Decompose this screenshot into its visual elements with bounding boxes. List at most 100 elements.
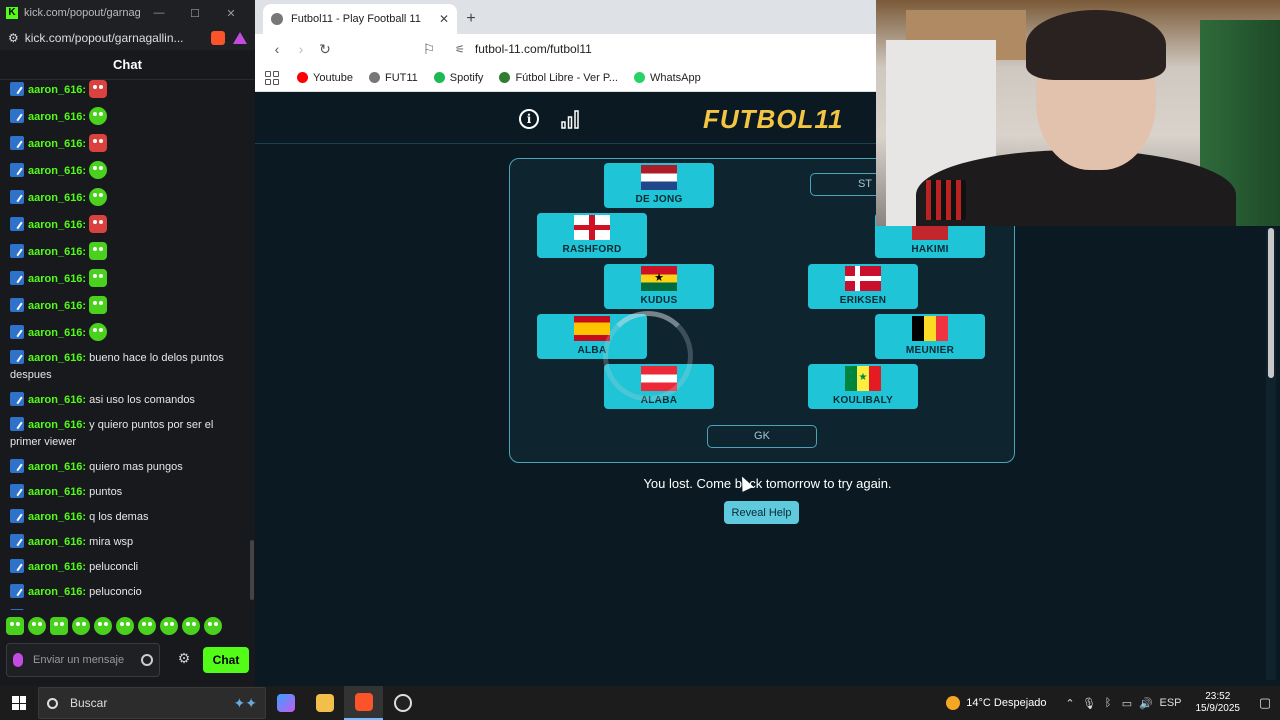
- emote-icon[interactable]: [138, 617, 156, 635]
- player-card-koulibaly[interactable]: KOULIBALY: [808, 364, 918, 409]
- reload-icon[interactable]: ↻: [313, 41, 337, 58]
- taskbar-search[interactable]: Buscar ✦✦: [38, 687, 266, 719]
- clock[interactable]: 23:52 15/9/2025: [1196, 691, 1241, 715]
- bookmark-item[interactable]: FUT11: [368, 72, 418, 84]
- chat-username[interactable]: aaron_616:: [28, 246, 86, 258]
- emote-icon[interactable]: [50, 617, 68, 635]
- chat-username[interactable]: aaron_616:: [28, 586, 86, 598]
- mic-icon[interactable]: [13, 653, 23, 667]
- notifications-icon[interactable]: ▢: [1250, 695, 1280, 711]
- copilot-app[interactable]: [266, 686, 305, 720]
- network-icon[interactable]: ▭: [1118, 697, 1137, 710]
- bluetooth-icon[interactable]: ᛒ: [1099, 697, 1118, 709]
- microphone-icon[interactable]: 🎙: [1080, 697, 1099, 710]
- emote-icon[interactable]: [6, 617, 24, 635]
- forward-icon[interactable]: ›: [289, 41, 313, 57]
- bookmark-icon[interactable]: ⚐: [417, 41, 441, 58]
- chat-username[interactable]: aaron_616:: [28, 486, 86, 498]
- chat-username[interactable]: aaron_616:: [28, 192, 86, 204]
- player-card-rashford[interactable]: RASHFORD: [537, 213, 647, 258]
- chat-message-input[interactable]: Enviar un mensaje: [6, 643, 160, 677]
- new-tab-icon[interactable]: +: [457, 4, 485, 34]
- maximize-icon[interactable]: ☐: [177, 7, 213, 20]
- chat-text: peluconcli: [89, 561, 139, 573]
- chat-username[interactable]: aaron_616:: [28, 165, 86, 177]
- chat-scrollbar[interactable]: [250, 540, 254, 600]
- chat-username[interactable]: aaron_616:: [28, 327, 86, 339]
- address-bar[interactable]: ⚟ futbol-11.com/futbol11: [455, 42, 592, 56]
- screen: K kick.com/popout/garnagalli... — ☐ ✕ ⚙ …: [0, 0, 1280, 720]
- site-info-icon[interactable]: ⚟: [455, 43, 465, 56]
- kick-url[interactable]: kick.com/popout/garnagallin...: [25, 31, 205, 45]
- minimize-icon[interactable]: —: [141, 7, 177, 19]
- chat-username[interactable]: aaron_616:: [28, 511, 86, 523]
- bookmark-item[interactable]: Fútbol Libre - Ver P...: [499, 72, 618, 84]
- player-name: ERIKSEN: [839, 295, 887, 306]
- brave-app[interactable]: [344, 686, 383, 720]
- reveal-help-button[interactable]: Reveal Help: [724, 501, 799, 524]
- player-card-dejong[interactable]: DE JONG: [604, 163, 714, 208]
- chat-header: Chat: [0, 50, 255, 80]
- apps-grid-icon[interactable]: [265, 70, 279, 85]
- page-scrollbar[interactable]: [1268, 228, 1274, 378]
- emote-icon[interactable]: [94, 617, 112, 635]
- copilot-icon: [276, 694, 295, 712]
- emote-icon[interactable]: [72, 617, 90, 635]
- chat-username[interactable]: aaron_616:: [28, 394, 86, 406]
- chat-username[interactable]: aaron_616:: [28, 219, 86, 231]
- goalkeeper-slot-button[interactable]: GK: [707, 425, 817, 448]
- site-settings-icon[interactable]: ⚙: [8, 31, 19, 45]
- bookmark-item[interactable]: Youtube: [297, 72, 353, 84]
- player-card-meunier[interactable]: MEUNIER: [875, 314, 985, 359]
- tab-futbol11[interactable]: Futbol11 - Play Football 11 ✕: [263, 4, 457, 34]
- emote-icon[interactable]: [204, 617, 222, 635]
- weather-widget[interactable]: 14°C Despejado: [946, 696, 1047, 710]
- chat-message: aaron_616: y quiero puntos por ser el pr…: [10, 417, 255, 451]
- chat-username[interactable]: aaron_616:: [28, 273, 86, 285]
- chat-settings-gear-icon[interactable]: ⚙: [176, 650, 192, 668]
- start-button[interactable]: [0, 686, 38, 720]
- chat-text: mira wsp: [89, 536, 134, 548]
- tab-close-icon[interactable]: ✕: [439, 12, 449, 26]
- emote-icon[interactable]: [182, 617, 200, 635]
- bookmark-item[interactable]: Spotify: [433, 71, 484, 84]
- tray-chevron-up-icon[interactable]: ⌃: [1061, 697, 1080, 710]
- file-explorer-app[interactable]: [305, 686, 344, 720]
- chat-username[interactable]: aaron_616:: [28, 352, 86, 364]
- player-card-eriksen[interactable]: ERIKSEN: [808, 264, 918, 309]
- chat-emote-icon: [89, 80, 108, 98]
- chat-username[interactable]: aaron_616:: [28, 300, 86, 312]
- kick-titlebar: K kick.com/popout/garnagalli... — ☐ ✕: [0, 0, 255, 26]
- emote-icon[interactable]: [116, 617, 134, 635]
- chat-username[interactable]: aaron_616:: [28, 84, 86, 96]
- emoji-icon[interactable]: [141, 654, 153, 666]
- back-icon[interactable]: ‹: [265, 41, 289, 57]
- player-name: KOULIBALY: [832, 395, 894, 406]
- volume-icon[interactable]: 🔊: [1137, 697, 1156, 710]
- chat-username[interactable]: aaron_616:: [28, 138, 86, 150]
- futbol11-logo[interactable]: FUTBOL11: [703, 104, 843, 135]
- brave-shield-icon[interactable]: [211, 31, 225, 45]
- emote-icon[interactable]: [28, 617, 46, 635]
- folder-icon: [315, 694, 334, 712]
- stats-icon[interactable]: [560, 109, 580, 129]
- chat-username[interactable]: aaron_616:: [28, 461, 86, 473]
- obs-app[interactable]: [383, 686, 422, 720]
- player-card-kudus[interactable]: KUDUS: [604, 264, 714, 309]
- info-icon[interactable]: i: [519, 109, 539, 129]
- chat-username[interactable]: aaron_616:: [28, 561, 86, 573]
- emote-icon[interactable]: [160, 617, 178, 635]
- chat-username[interactable]: aaron_616:: [28, 111, 86, 123]
- verified-badge-icon: [10, 217, 24, 231]
- bookmark-label: Spotify: [449, 71, 484, 84]
- bookmark-item[interactable]: WhatsApp: [633, 72, 701, 84]
- send-chat-button[interactable]: Chat: [203, 647, 249, 673]
- language-indicator[interactable]: ESP: [1156, 697, 1186, 709]
- chat-username[interactable]: aaron_616:: [28, 419, 86, 431]
- brave-rewards-icon[interactable]: [233, 32, 247, 44]
- loading-spinner-icon: [603, 311, 693, 401]
- close-icon[interactable]: ✕: [213, 7, 249, 20]
- chat-message: aaron_616:: [10, 296, 255, 315]
- system-tray: 14°C Despejado ⌃ 🎙 ᛒ ▭ 🔊 ESP 23:52 15/9/…: [946, 686, 1280, 720]
- chat-username[interactable]: aaron_616:: [28, 536, 86, 548]
